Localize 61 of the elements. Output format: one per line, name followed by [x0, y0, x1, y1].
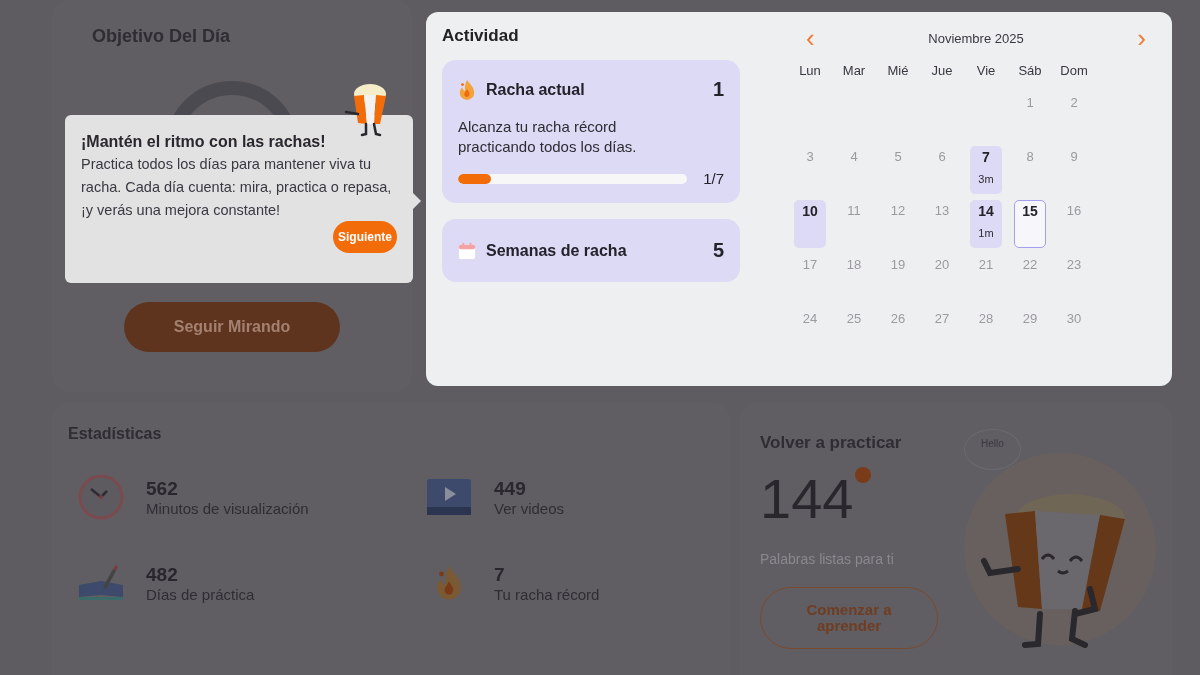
month-label: Noviembre 2025 — [928, 30, 1024, 46]
calendar-day[interactable]: 30 — [1058, 308, 1090, 356]
weekday-label: Sáb — [1017, 62, 1043, 78]
notification-dot — [855, 467, 872, 483]
calendar-day[interactable]: 11 — [838, 200, 870, 248]
stat-value: 482 — [146, 563, 179, 586]
calendar-day[interactable]: 19 — [882, 254, 914, 302]
calendar-icon — [458, 241, 476, 260]
streak-count: 1 — [712, 78, 724, 101]
calendar-day[interactable]: 6 — [926, 146, 958, 194]
book-icon — [76, 563, 126, 603]
weekday-label: Dom — [1059, 62, 1089, 78]
stat-value: 562 — [146, 477, 179, 500]
calendar-day[interactable]: 1 — [1014, 92, 1046, 140]
calendar-day[interactable]: 4 — [838, 146, 870, 194]
next-month-button[interactable]: › — [1133, 27, 1150, 49]
keep-watching-button[interactable]: Seguir Mirando — [124, 302, 340, 352]
calendar-day[interactable]: 10 — [794, 200, 826, 248]
streak-label: Racha actual — [486, 80, 586, 99]
video-icon — [424, 478, 474, 516]
calendar-day[interactable]: 15 — [1014, 200, 1046, 248]
word-count: 144 — [760, 471, 854, 527]
stat-value: 449 — [494, 477, 527, 500]
calendar-day[interactable]: 5 — [882, 146, 914, 194]
panel-title: Actividad — [442, 26, 520, 46]
weekday-label: Mié — [886, 62, 910, 78]
calendar-day[interactable]: 29 — [1014, 308, 1046, 356]
calendar-day[interactable]: 8 — [1014, 146, 1046, 194]
calendar-day[interactable]: 9 — [1058, 146, 1090, 194]
calendar-day[interactable]: 21 — [970, 254, 1002, 302]
clock-icon — [76, 473, 126, 521]
streak-description: Alcanza tu racha récord practicando todos los días. — [458, 117, 638, 156]
calendar-day[interactable]: 24 — [794, 308, 826, 356]
next-button[interactable]: Siguiente — [333, 220, 397, 253]
calendar-day[interactable]: 18 — [838, 254, 870, 302]
streak-weeks-label: Semanas de racha — [486, 241, 628, 260]
calendar-day[interactable]: 17 — [794, 254, 826, 302]
weekday-label: Mar — [841, 62, 867, 78]
calendar-day[interactable]: 28 — [970, 308, 1002, 356]
streak-weeks-count: 5 — [712, 239, 724, 262]
calendar-day[interactable]: 23 — [1058, 254, 1090, 302]
calendar-day[interactable]: 3 — [794, 146, 826, 194]
progress-reading: 1/7 — [703, 170, 724, 187]
calendar-day[interactable]: 26 — [882, 308, 914, 356]
calendar-day[interactable]: 16 — [1058, 200, 1090, 248]
calendar-day[interactable]: 25 — [838, 308, 870, 356]
calendar-day[interactable]: 27 — [926, 308, 958, 356]
tooltip-title: ¡Mantén el ritmo con las rachas! — [81, 133, 327, 151]
weekday-label: Vie — [975, 62, 997, 78]
calendar-day[interactable]: 14 1m — [970, 200, 1002, 248]
calendar-day[interactable]: 7 3m — [970, 146, 1002, 194]
calendar-day[interactable]: 2 — [1058, 92, 1090, 140]
tooltip-text: Practica todos los días para mantener viva tu racha. Cada día cuenta: mira, practica o repasa, ¡y verás una mejora constante! — [81, 155, 393, 221]
weekday-label: Lun — [798, 62, 822, 78]
flame-icon — [458, 78, 476, 101]
weekday-label: Jue — [930, 62, 954, 78]
calendar-day[interactable]: 12 — [882, 200, 914, 248]
calendar-day[interactable]: 20 — [926, 254, 958, 302]
previous-month-button[interactable]: ‹ — [802, 27, 819, 49]
calendar-day[interactable]: 13 — [926, 200, 958, 248]
calendar-day[interactable]: 22 — [1014, 254, 1046, 302]
